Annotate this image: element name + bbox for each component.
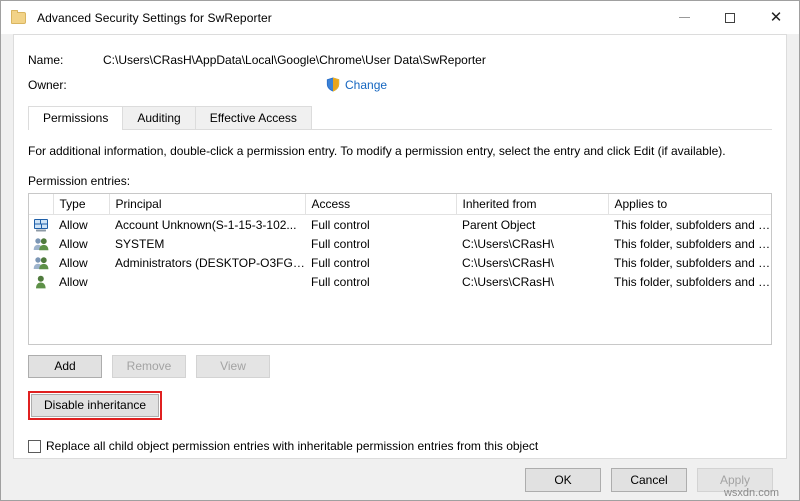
table-row[interactable]: Allow Account Unknown(S-1-15-3-102... Fu… (29, 215, 771, 235)
add-button[interactable]: Add (28, 355, 102, 378)
title-bar: Advanced Security Settings for SwReporte… (1, 1, 799, 34)
column-header-applies-to[interactable]: Applies to (608, 194, 771, 215)
cell-type: Allow (53, 272, 109, 291)
cell-type: Allow (53, 215, 109, 235)
column-header-type[interactable]: Type (53, 194, 109, 215)
watermark: wsxdn.com (724, 487, 779, 499)
advanced-security-settings-window: Advanced Security Settings for SwReporte… (0, 0, 800, 501)
cell-inherited-from: C:\Users\CRasH\ (456, 272, 608, 291)
name-label: Name: (28, 53, 103, 67)
table-row[interactable]: Allow SYSTEM Full control C:\Users\CRasH… (29, 234, 771, 253)
folder-icon (11, 11, 27, 25)
cell-principal: Administrators (DESKTOP-O3FGF... (109, 253, 305, 272)
owner-row: Owner: Change (28, 74, 772, 95)
permission-hint-text: For additional information, double-click… (28, 144, 772, 158)
single-user-icon (29, 272, 53, 291)
content-area: Name: C:\Users\CRasH\AppData\Local\Googl… (1, 34, 799, 500)
cell-applies-to: This folder, subfolders and files (608, 215, 771, 235)
dialog-footer: OK Cancel Apply wsxdn.com (13, 459, 787, 500)
disable-inheritance-highlight: Disable inheritance (28, 391, 162, 420)
replace-permissions-checkbox[interactable] (28, 440, 41, 453)
window-title: Advanced Security Settings for SwReporte… (37, 11, 272, 25)
cell-access: Full control (305, 215, 456, 235)
remove-button: Remove (112, 355, 186, 378)
owner-label: Owner: (28, 78, 103, 92)
entry-action-buttons: Add Remove View (28, 355, 772, 378)
tab-effective-access[interactable]: Effective Access (195, 106, 312, 129)
cell-access: Full control (305, 234, 456, 253)
replace-permissions-row[interactable]: Replace all child object permission entr… (28, 439, 772, 453)
disable-inheritance-button[interactable]: Disable inheritance (31, 394, 159, 417)
group-users-icon (29, 253, 53, 272)
cell-type: Allow (53, 253, 109, 272)
uac-shield-icon (326, 77, 340, 92)
window-controls: ✕ (661, 1, 799, 34)
tab-strip: Permissions Auditing Effective Access (28, 105, 772, 130)
change-owner-link[interactable]: Change (345, 78, 387, 92)
cell-applies-to: This folder, subfolders and files (608, 234, 771, 253)
cell-type: Allow (53, 234, 109, 253)
cell-access: Full control (305, 272, 456, 291)
cell-inherited-from: Parent Object (456, 215, 608, 235)
cell-principal: SYSTEM (109, 234, 305, 253)
table-header-row: Type Principal Access Inherited from App… (29, 194, 771, 215)
cell-inherited-from: C:\Users\CRasH\ (456, 253, 608, 272)
cell-inherited-from: C:\Users\CRasH\ (456, 234, 608, 253)
permission-entries-table[interactable]: Type Principal Access Inherited from App… (28, 193, 772, 345)
cell-applies-to: This folder, subfolders and files (608, 272, 771, 291)
permission-entries-label: Permission entries: (28, 174, 772, 188)
name-value: C:\Users\CRasH\AppData\Local\Google\Chro… (103, 53, 486, 67)
owner-change-group[interactable]: Change (326, 77, 387, 92)
cell-access: Full control (305, 253, 456, 272)
column-header-inherited-from[interactable]: Inherited from (456, 194, 608, 215)
settings-panel: Name: C:\Users\CRasH\AppData\Local\Googl… (13, 34, 787, 459)
table-row[interactable]: Allow Administrators (DESKTOP-O3FGF... F… (29, 253, 771, 272)
name-row: Name: C:\Users\CRasH\AppData\Local\Googl… (28, 49, 772, 70)
column-header-principal[interactable]: Principal (109, 194, 305, 215)
close-icon[interactable]: ✕ (753, 1, 799, 34)
cell-applies-to: This folder, subfolders and files (608, 253, 771, 272)
cancel-button[interactable]: Cancel (611, 468, 687, 492)
tab-auditing[interactable]: Auditing (122, 106, 195, 129)
tab-permissions[interactable]: Permissions (28, 106, 123, 130)
table-header-spacer (29, 194, 53, 215)
cell-principal: Account Unknown(S-1-15-3-102... (109, 215, 305, 235)
maximize-icon[interactable] (707, 1, 753, 34)
replace-permissions-label: Replace all child object permission entr… (46, 439, 538, 453)
group-users-icon (29, 234, 53, 253)
column-header-access[interactable]: Access (305, 194, 456, 215)
minimize-icon[interactable] (661, 1, 707, 34)
table-row[interactable]: Allow Full control C:\Users\CRasH\ This … (29, 272, 771, 291)
group-computer-icon (29, 215, 53, 235)
ok-button[interactable]: OK (525, 468, 601, 492)
cell-principal (109, 272, 305, 291)
view-button: View (196, 355, 270, 378)
